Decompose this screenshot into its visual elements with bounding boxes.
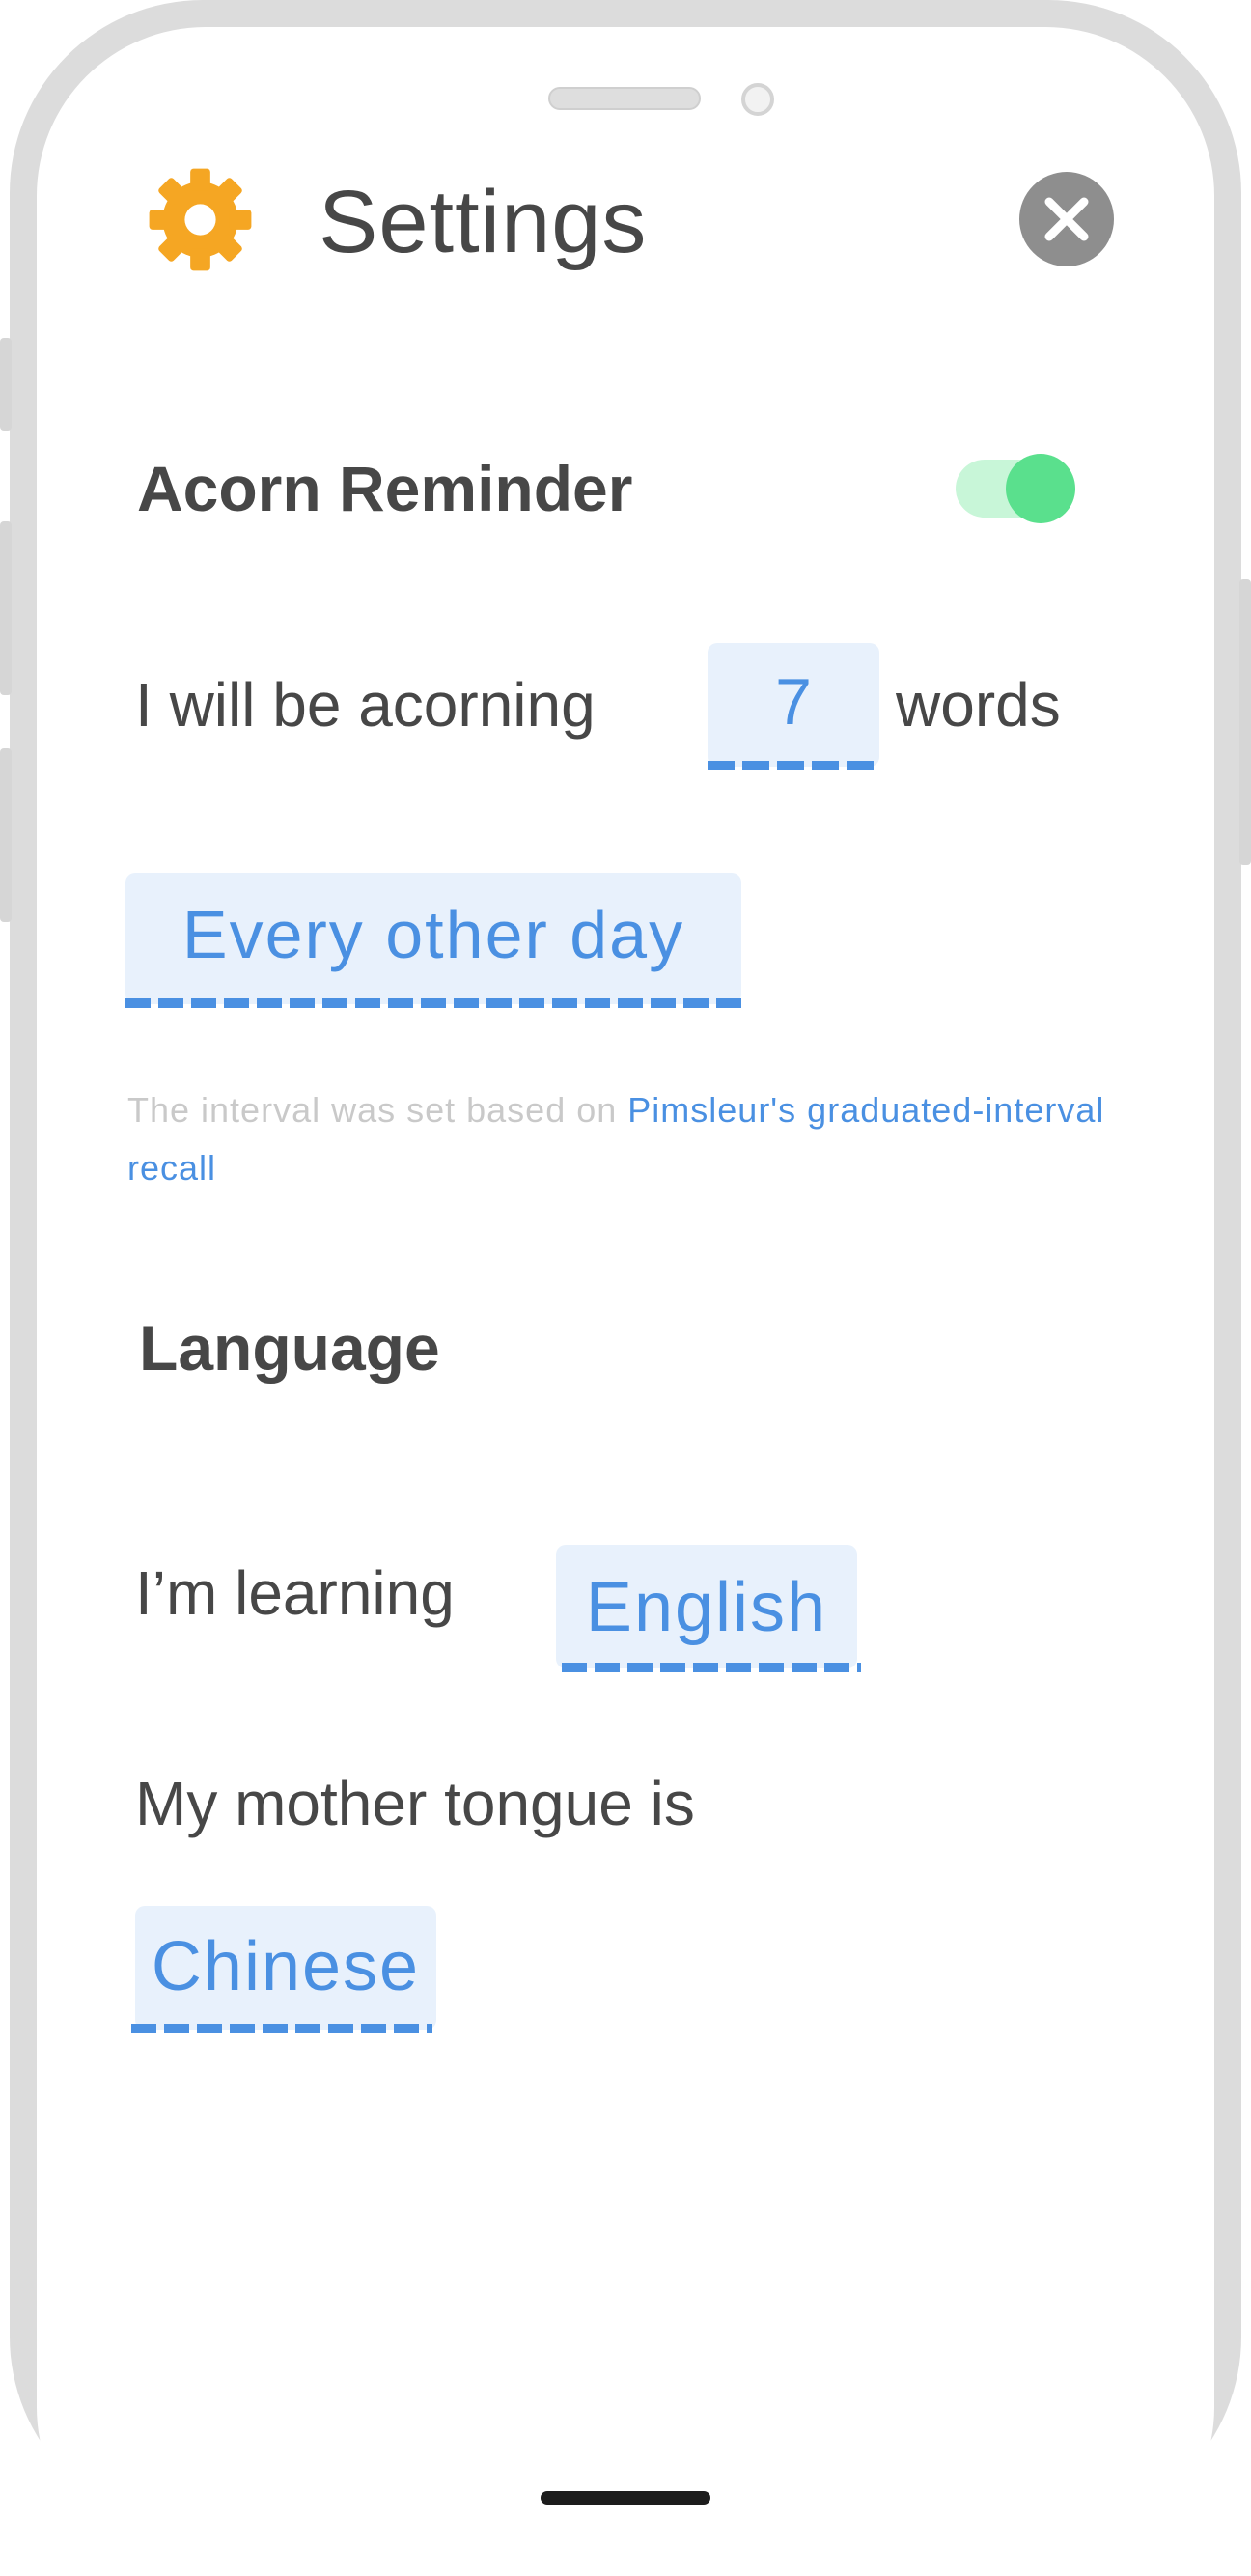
interval-note-text: The interval was set based on [127,1090,628,1130]
phone-volume-down [0,748,12,922]
page-title: Settings [319,173,648,271]
phone-screen [37,27,1214,2576]
close-button[interactable] [1019,172,1114,266]
mother-tongue-field[interactable]: Chinese [131,1906,436,2033]
learning-language-value: English [585,1569,828,1646]
reminder-section-title: Acorn Reminder [137,453,633,524]
phone-volume-up [0,521,12,695]
dashed-underline [708,761,879,770]
close-icon [1044,197,1089,241]
phone-camera [741,83,774,116]
frequency-value: Every other day [181,897,685,972]
dashed-underline [125,998,741,1008]
mother-tongue-value: Chinese [151,1928,421,2005]
language-section-title: Language [139,1312,440,1384]
mother-tongue-label: My mother tongue is [135,1769,695,1838]
phone-mute-switch [0,338,12,431]
reminder-toggle[interactable] [956,454,1085,523]
dashed-underline [562,1663,861,1672]
interval-note: The interval was set based on Pimsleur's… [127,1081,1131,1197]
words-count-field[interactable]: 7 [708,643,879,770]
home-indicator [541,2491,710,2505]
words-suffix-label: words [896,670,1061,740]
words-prefix-label: I will be acorning [135,670,596,740]
toggle-knob [1006,454,1075,523]
gear-icon [145,164,256,275]
dashed-underline [131,2024,432,2033]
learning-label: I’m learning [135,1558,455,1628]
words-count-value: 7 [775,665,812,739]
phone-speaker [548,87,701,110]
phone-power-button [1239,579,1251,865]
learning-language-field[interactable]: English [556,1545,861,1672]
frequency-field[interactable]: Every other day [125,873,741,1008]
